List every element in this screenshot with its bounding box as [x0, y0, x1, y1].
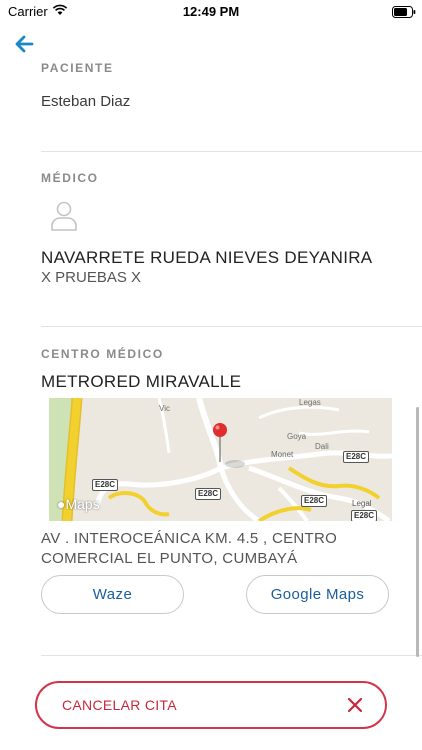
divider	[41, 326, 422, 327]
clock-label: 12:49 PM	[182, 4, 240, 19]
status-bar: Carrier 12:49 PM	[0, 0, 422, 24]
street-label: Vic	[159, 404, 170, 413]
maps-provider-logo: ●Maps	[57, 496, 100, 512]
street-label: Goya	[287, 432, 307, 441]
map-pin-icon	[212, 422, 228, 464]
doctor-name: NAVARRETE RUEDA NIEVES DEYANIRA	[41, 248, 373, 267]
road-shield: E28C	[351, 510, 378, 521]
cancel-appointment-button[interactable]: CANCELAR CITA	[35, 681, 387, 729]
user-outline-icon	[49, 200, 79, 232]
center-section-label: CENTRO MÉDICO	[41, 347, 164, 361]
center-name: METRORED MIRAVALLE	[41, 372, 242, 391]
location-map[interactable]: Vic Legas Goya Dali Monet E28C E28C E28C…	[49, 398, 392, 521]
road-shield: E28C	[195, 488, 222, 500]
arrow-left-icon	[15, 35, 34, 53]
doctor-section-label: MÉDICO	[41, 171, 99, 185]
road-shield: E28C	[92, 479, 119, 491]
google-maps-button[interactable]: Google Maps	[246, 575, 389, 614]
doctor-specialty: X PRUEBAS X	[41, 269, 142, 286]
divider	[41, 151, 422, 152]
street-label: Monet	[271, 450, 294, 459]
patient-name: Esteban Diaz	[41, 93, 131, 110]
waze-button[interactable]: Waze	[41, 575, 184, 614]
back-button[interactable]	[12, 32, 38, 56]
patient-section-label: PACIENTE	[41, 61, 114, 75]
divider	[41, 655, 422, 656]
legal-link[interactable]: Legal	[352, 499, 372, 508]
street-label: Legas	[299, 398, 321, 407]
close-icon	[346, 696, 364, 714]
center-address: AV . INTEROCEÁNICA KM. 4.5 , CENTRO COME…	[41, 530, 338, 567]
street-label: Dali	[315, 442, 329, 451]
road-shield: E28C	[343, 451, 370, 463]
scrollbar[interactable]	[416, 407, 419, 657]
battery-icon	[392, 5, 416, 23]
cancel-appointment-label: CANCELAR CITA	[62, 697, 177, 713]
road-shield: E28C	[301, 495, 328, 507]
